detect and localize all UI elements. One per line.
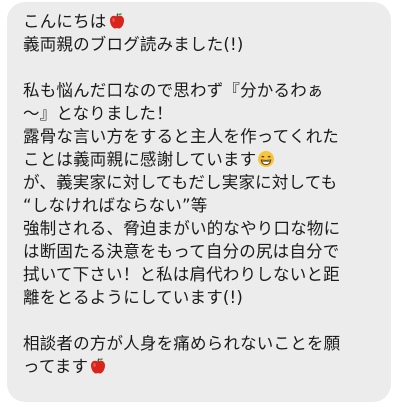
message-text: ことは義両親に感謝しています [23,150,257,169]
message-line-8: が、義実家に対してもだし実家に対しても [23,173,338,192]
message-line-13: 離をとるようにしています(!) [23,288,243,307]
message-line-6: 露骨な言い方をすると主人を作ってくれた [23,127,339,146]
grinning-face-icon [258,151,275,167]
message-text: こんにちは [23,12,107,31]
message-text: ってます [23,357,89,376]
message-line-11: は断固たる決意をもって自分の尻は自分で [23,242,340,261]
apple-icon [91,358,106,374]
message-line-15: 相談者の方が人身を痛められないことを願 [23,334,341,353]
message-bubble[interactable]: こんにちは 義両親のブログ読みました(!) 私も悩んだ口なので思わず『分かるわぁ… [7,2,391,402]
message-line-9: “しなければならない”等 [23,196,208,215]
message-line-7: ことは義両親に感謝しています [23,148,385,171]
message-line-10: 強制される、脅迫まがい的なやり口な物に [23,219,341,238]
message-line-16: ってます [23,355,385,378]
message-line-1: こんにちは [23,10,385,33]
message-line-5: 〜』となりました！ [23,104,173,123]
message-line-4: 私も悩んだ口なので思わず『分かるわぁ [23,81,324,100]
message-line-12: 拭いて下さい！と私は肩代わりしないと距 [23,265,340,284]
apple-icon [109,13,124,29]
message-line-2: 義両親のブログ読みました(!) [23,35,244,54]
